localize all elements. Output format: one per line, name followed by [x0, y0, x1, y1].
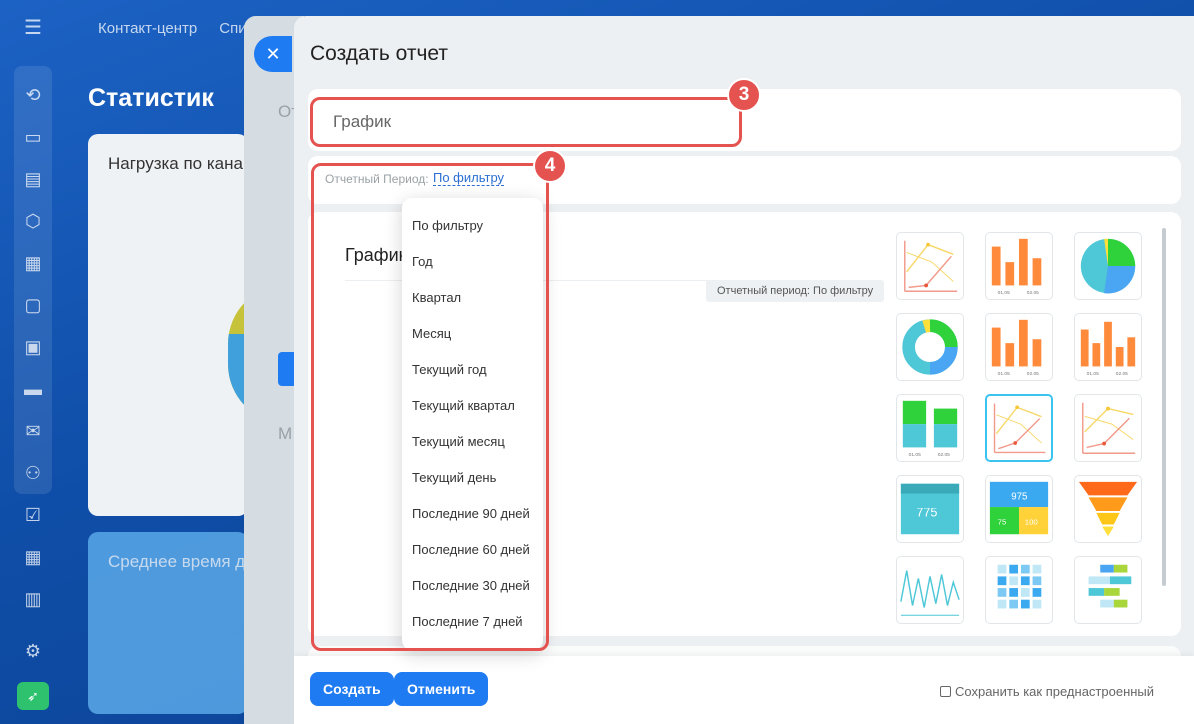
menu-icon[interactable]: ☰	[16, 10, 50, 44]
bar-date-label: 01.05	[1087, 371, 1099, 377]
stats-card-avg-time: Среднее время д	[88, 532, 248, 714]
nav-item-lists[interactable]: Спи	[219, 20, 246, 37]
thumbnail-funnel-chart[interactable]	[1074, 475, 1142, 543]
bar-matrix-icon	[1088, 564, 1132, 608]
thumbnail-scrollbar[interactable]	[1162, 228, 1166, 586]
period-option[interactable]: Последние 60 дней	[402, 532, 543, 568]
document-icon[interactable]: ▤	[16, 162, 50, 196]
checkbox-icon[interactable]: ☑	[16, 498, 50, 532]
create-button[interactable]: Создать	[310, 672, 394, 706]
presentation-icon[interactable]: ▣	[16, 330, 50, 364]
activity-icon[interactable]: ⟲	[16, 78, 50, 112]
storage-icon[interactable]: ▥	[16, 582, 50, 616]
period-option[interactable]: Последние 90 дней	[402, 496, 543, 532]
bar-chart-icon: 01.05 02.05	[1080, 321, 1136, 377]
stacked-bar-chart-icon: 01.05 02.05	[902, 400, 958, 458]
thumbnail-bar-chart[interactable]: 01.05 02.05	[985, 232, 1053, 300]
thumbnail-donut-chart[interactable]	[896, 313, 964, 381]
period-option[interactable]: Текущий месяц	[402, 424, 543, 460]
page-title: Статистик	[88, 84, 214, 112]
step-badge-3: 3	[727, 78, 761, 112]
period-dropdown: По фильтру Год Квартал Месяц Текущий год…	[402, 198, 543, 650]
chat-icon[interactable]: ▭	[16, 120, 50, 154]
create-report-panel: Создать отчет 3 Отчетный Период: По филь…	[294, 16, 1194, 724]
thumbnail-number-tile[interactable]: 775	[896, 475, 964, 543]
bar-date-label: 02.05	[1116, 371, 1128, 377]
period-label: Отчетный Период:	[325, 172, 429, 186]
chart-heading: График	[345, 245, 407, 265]
step-badge-4: 4	[533, 149, 567, 183]
card-title: Среднее время д	[108, 552, 246, 571]
thumbnail-bar-chart[interactable]: 01.05 02.05	[1074, 313, 1142, 381]
mail-icon[interactable]: ✉	[16, 414, 50, 448]
file-icon[interactable]: ▢	[16, 288, 50, 322]
thumbnail-heatmap[interactable]	[985, 556, 1053, 624]
hexagon-icon[interactable]: ⬡	[16, 204, 50, 238]
period-option[interactable]: Месяц	[402, 316, 543, 352]
number-grid-top: 975	[1011, 491, 1027, 502]
cancel-button[interactable]: Отменить	[394, 672, 489, 706]
bar-date-label: 02.05	[1027, 371, 1039, 377]
number-grid-right: 100	[1025, 518, 1038, 527]
line-chart-icon	[904, 240, 958, 292]
save-preset-label: Сохранить как преднастроенный	[955, 684, 1155, 699]
bar-date-label: 01.05	[998, 290, 1010, 296]
card-title: Нагрузка по кана	[108, 154, 243, 173]
bar-chart-icon: 01.05 02.05	[991, 238, 1042, 296]
period-option[interactable]: Год	[402, 244, 543, 280]
schedule-icon[interactable]: ▦	[16, 540, 50, 574]
period-option[interactable]: Квартал	[402, 280, 543, 316]
bar-date-label: 01.05	[998, 371, 1010, 377]
number-grid-icon: 975 75 100	[989, 481, 1049, 535]
panel-title: Создать отчет	[310, 42, 449, 65]
save-preset-option[interactable]: Сохранить как преднастроенный	[940, 684, 1154, 699]
thumbnail-line-chart[interactable]	[896, 232, 964, 300]
period-option[interactable]: Последние 30 дней	[402, 568, 543, 604]
underlay-text: М	[278, 424, 293, 443]
heatmap-icon	[997, 564, 1042, 609]
line-chart-icon	[993, 403, 1046, 454]
period-pill: Отчетный период: По фильтру	[706, 280, 885, 302]
period-option[interactable]: Последние 7 дней	[402, 604, 543, 640]
nav-item-contact-center[interactable]: Контакт-центр	[98, 20, 197, 37]
period-option[interactable]: Текущий день	[402, 460, 543, 496]
pie-chart-icon	[1080, 238, 1136, 294]
thumbnail-pie-chart[interactable]	[1074, 232, 1142, 300]
bar-chart-icon: 01.05 02.05	[991, 319, 1042, 377]
period-selector[interactable]: По фильтру	[433, 171, 505, 186]
line-chart-icon	[1082, 402, 1136, 454]
period-option[interactable]: Текущий год	[402, 352, 543, 388]
activity-line-icon	[900, 570, 960, 616]
save-preset-checkbox[interactable]	[940, 686, 951, 697]
bar-date-label: 02.05	[938, 452, 950, 458]
period-option[interactable]: Текущий квартал	[402, 388, 543, 424]
left-rail: ☰ ⟲ ▭ ▤ ⬡ ▦ ▢ ▣ ▬ ✉ ⚇ ☑ ▦ ▥ ⚙ ➶	[0, 0, 66, 724]
thumbnail-bar-chart[interactable]: 01.05 02.05	[985, 313, 1053, 381]
thumbnail-bar-matrix[interactable]	[1074, 556, 1142, 624]
stats-card-load: Нагрузка по кана	[88, 134, 288, 516]
close-icon[interactable]: ✕	[254, 36, 292, 72]
number-tile-value: 775	[916, 506, 937, 520]
thumbnail-number-grid[interactable]: 975 75 100	[985, 475, 1053, 543]
thumbnail-line-chart-selected[interactable]	[985, 394, 1053, 462]
rocket-icon[interactable]: ➶	[17, 682, 49, 710]
number-grid-left: 75	[998, 518, 1007, 527]
thumbnail-activity-line[interactable]	[896, 556, 964, 624]
funnel-chart-icon	[1078, 481, 1138, 537]
card-icon[interactable]: ▬	[16, 372, 50, 406]
thumbnail-stacked-bar-chart[interactable]: 01.05 02.05	[896, 394, 964, 462]
thumbnail-line-chart[interactable]	[1074, 394, 1142, 462]
donut-chart-icon	[902, 319, 958, 375]
report-name-input[interactable]	[310, 97, 742, 147]
bar-date-label: 02.05	[1027, 290, 1039, 296]
settings-icon[interactable]: ⚙	[16, 634, 50, 668]
top-navigation: Контакт-центр Спи	[98, 20, 247, 37]
number-tile-icon: 775	[900, 483, 960, 535]
bar-date-label: 01.05	[909, 452, 921, 458]
users-icon[interactable]: ⚇	[16, 456, 50, 490]
period-option[interactable]: По фильтру	[402, 208, 543, 244]
calendar-icon[interactable]: ▦	[16, 246, 50, 280]
